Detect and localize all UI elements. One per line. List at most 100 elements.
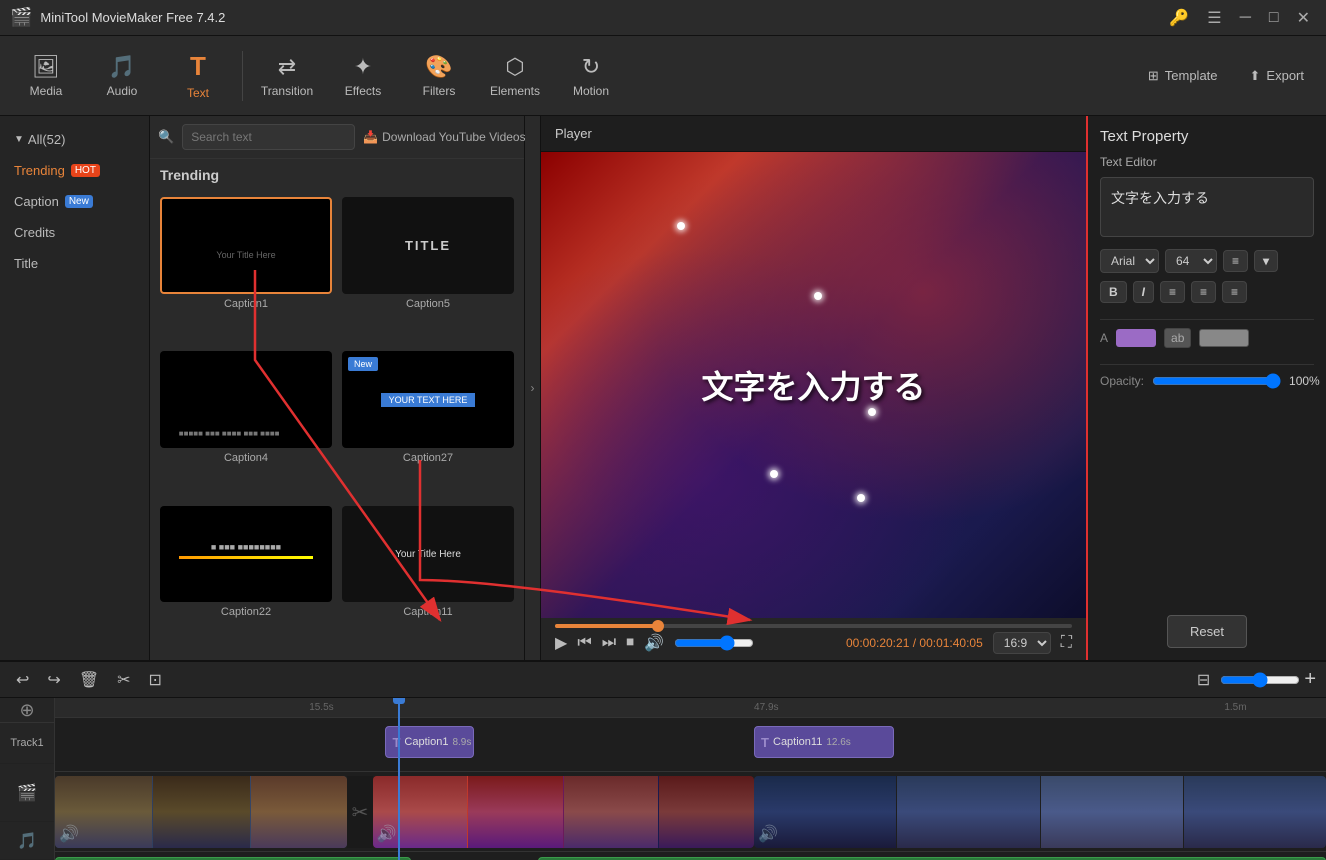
app-logo-icon: 🎬 bbox=[10, 7, 32, 28]
caption11-clip-duration: 12.6s bbox=[826, 737, 850, 748]
align-right-button[interactable]: ≡ bbox=[1222, 281, 1247, 303]
minimize-button[interactable]: ─ bbox=[1234, 6, 1257, 30]
menu-button[interactable]: ☰ bbox=[1201, 6, 1227, 30]
play-button[interactable]: ▶ bbox=[555, 633, 567, 653]
redo-button[interactable]: ↪ bbox=[41, 668, 66, 692]
template-button[interactable]: ⊞ Template bbox=[1136, 62, 1230, 90]
transition-label: Transition bbox=[261, 84, 313, 98]
video-clip-3[interactable]: 🔊 bbox=[754, 776, 1326, 848]
playhead[interactable] bbox=[398, 698, 400, 860]
stop-button[interactable]: ⏹ bbox=[626, 634, 634, 652]
aspect-ratio-select[interactable]: 16:9 9:16 1:1 bbox=[993, 632, 1051, 654]
caption27-label: Caption27 bbox=[342, 452, 514, 464]
prev-button[interactable]: ⏮ bbox=[577, 634, 591, 652]
caption11-clip[interactable]: T Caption11 12.6s bbox=[754, 726, 894, 758]
zoom-plus-icon[interactable]: + bbox=[1304, 668, 1316, 691]
caption4-label: Caption4 bbox=[160, 452, 332, 464]
filters-tool[interactable]: 🎨 Filters bbox=[403, 41, 475, 111]
sidebar-item-title[interactable]: Title bbox=[0, 248, 149, 279]
progress-bar[interactable] bbox=[555, 624, 1072, 628]
volume-icon-3: 🔊 bbox=[758, 824, 778, 844]
all-count-label: All(52) bbox=[28, 132, 66, 147]
align-center-button[interactable]: ≡ bbox=[1191, 281, 1216, 303]
volume-button[interactable]: 🔊 bbox=[644, 633, 664, 653]
text-color-swatch[interactable] bbox=[1116, 329, 1156, 347]
next-button[interactable]: ⏭ bbox=[602, 634, 616, 652]
text-bg-swatch[interactable] bbox=[1199, 329, 1249, 347]
left-panel: ▼ All(52) Trending HOT Caption New Credi… bbox=[0, 116, 150, 660]
fullscreen-button[interactable]: ⛶ bbox=[1061, 634, 1072, 652]
video-clip-2[interactable]: 🔊 bbox=[373, 776, 754, 848]
trending-section-label: Trending bbox=[150, 159, 524, 187]
timeline-body: ⊕ Track1 🎬 🎵 15.5s 47.9s 1.5m bbox=[0, 698, 1326, 860]
caption11-thumb[interactable]: Your Title Here bbox=[342, 506, 514, 603]
caption11-clip-label: Caption11 bbox=[773, 736, 822, 748]
zoom-out-button[interactable]: ⊟ bbox=[1191, 668, 1216, 692]
media-tool[interactable]: 🖼 Media bbox=[10, 41, 82, 111]
list-item[interactable]: New YOUR TEXT HERE Caption27 bbox=[342, 351, 514, 495]
add-track-button[interactable]: ⊕ bbox=[0, 698, 54, 723]
export-icon: ⬆ bbox=[1250, 68, 1261, 84]
player-area: Player 文字を入力する ▶ ⏮ bbox=[541, 116, 1086, 660]
caption27-thumb[interactable]: New YOUR TEXT HERE bbox=[342, 351, 514, 448]
motion-tool[interactable]: ↻ Motion bbox=[555, 41, 627, 111]
caption5-thumb[interactable]: TITLE bbox=[342, 197, 514, 294]
timeline: ↩ ↪ 🗑 ✂ ⊡ ⊟ + ⊕ Track1 🎬 🎵 bbox=[0, 660, 1326, 860]
list-item[interactable]: Your Title Here Caption11 bbox=[342, 506, 514, 650]
list-item[interactable]: TITLE Caption5 bbox=[342, 197, 514, 341]
hot-badge: HOT bbox=[71, 164, 100, 177]
effects-tool[interactable]: ✦ Effects bbox=[327, 41, 399, 111]
zoom-slider[interactable] bbox=[1220, 672, 1300, 688]
text-tool[interactable]: T Text bbox=[162, 41, 234, 111]
template-icon: ⊞ bbox=[1148, 68, 1159, 84]
italic-button[interactable]: I bbox=[1133, 281, 1154, 303]
panel-collapse-button[interactable]: › bbox=[525, 116, 541, 660]
audio-tool[interactable]: 🎵 Audio bbox=[86, 41, 158, 111]
export-button[interactable]: ⬆ Export bbox=[1238, 62, 1316, 90]
delete-button[interactable]: 🗑 bbox=[73, 668, 105, 692]
list-item[interactable]: ■ ■■■ ■■■■■■■■ Caption22 bbox=[160, 506, 332, 650]
search-input[interactable] bbox=[182, 124, 355, 150]
caption1-clip-duration: 8.9s bbox=[452, 737, 471, 748]
caption22-thumb[interactable]: ■ ■■■ ■■■■■■■■ bbox=[160, 506, 332, 603]
audio-icon: 🎵 bbox=[108, 54, 135, 80]
caption4-thumb[interactable]: ■■■■■ ■■■ ■■■■ ■■■ ■■■■ bbox=[160, 351, 332, 448]
elements-tool[interactable]: ⬡ Elements bbox=[479, 41, 551, 111]
font-size-select[interactable]: 64 bbox=[1165, 249, 1217, 273]
line-height-button[interactable]: ≡ bbox=[1223, 250, 1248, 272]
opacity-slider[interactable] bbox=[1152, 373, 1281, 389]
timeline-toolbar: ↩ ↪ 🗑 ✂ ⊡ ⊟ + bbox=[0, 662, 1326, 698]
caption1-thumb[interactable]: Your Title Here bbox=[160, 197, 332, 294]
transition-tool[interactable]: ⇄ Transition bbox=[251, 41, 323, 111]
maximize-button[interactable]: □ bbox=[1263, 6, 1285, 30]
crop-button[interactable]: ⊡ bbox=[143, 668, 168, 692]
download-button[interactable]: 📥 Download YouTube Videos bbox=[363, 130, 525, 144]
list-item[interactable]: ■■■■■ ■■■ ■■■■ ■■■ ■■■■ Caption4 bbox=[160, 351, 332, 495]
font-select[interactable]: Arial bbox=[1100, 249, 1159, 273]
reset-button[interactable]: Reset bbox=[1167, 615, 1247, 648]
text-editor-box[interactable]: 文字を入力する bbox=[1100, 177, 1314, 237]
more-options-button[interactable]: ▾ bbox=[1254, 250, 1278, 272]
bold-button[interactable]: B bbox=[1100, 281, 1127, 303]
sidebar-item-credits[interactable]: Credits bbox=[0, 217, 149, 248]
list-item[interactable]: Your Title Here Caption1 bbox=[160, 197, 332, 341]
toolbar-right: ⊞ Template ⬆ Export bbox=[1136, 62, 1316, 90]
key-button[interactable]: 🔑 bbox=[1163, 6, 1195, 30]
volume-icon-1: 🔊 bbox=[59, 824, 79, 844]
cut-button[interactable]: ✂ bbox=[111, 668, 136, 692]
vid2-frame-3 bbox=[564, 776, 659, 848]
text-property-title: Text Property bbox=[1100, 128, 1314, 145]
align-left-button[interactable]: ≡ bbox=[1160, 281, 1185, 303]
trending-label: Trending bbox=[14, 163, 65, 178]
vid3-frame-3 bbox=[1041, 776, 1183, 848]
sidebar-item-trending[interactable]: Trending HOT bbox=[0, 155, 149, 186]
video-frame-2 bbox=[153, 776, 250, 848]
player-video: 文字を入力する bbox=[541, 152, 1086, 618]
volume-slider[interactable] bbox=[674, 635, 754, 651]
color-label: A bbox=[1100, 331, 1108, 345]
undo-button[interactable]: ↩ bbox=[10, 668, 35, 692]
sidebar-item-caption[interactable]: Caption New bbox=[0, 186, 149, 217]
video-overlay-text: 文字を入力する bbox=[701, 362, 925, 408]
video-clip-1[interactable]: 🔊 bbox=[55, 776, 347, 848]
close-button[interactable]: ✕ bbox=[1291, 6, 1316, 30]
